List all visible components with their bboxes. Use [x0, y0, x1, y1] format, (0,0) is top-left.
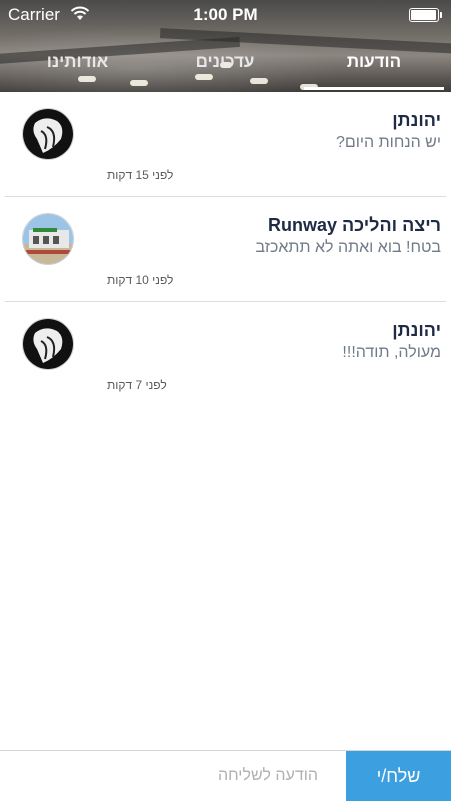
clock: 1:00 PM: [193, 5, 258, 24]
dark-avatar: [22, 318, 74, 370]
send-button[interactable]: שלח/י: [346, 751, 451, 801]
message-sender: יהונתן: [392, 110, 441, 130]
message-sender: ריצה והליכה Runway: [267, 215, 441, 235]
message-text: יש הנחות היום?: [335, 134, 441, 151]
message-item[interactable]: יהונתן מעולה, תודה!!! לפני 7 דקות: [5, 302, 446, 406]
tab-bar: הודעות עדכונים אודותינו: [0, 44, 451, 92]
message-composer: שלח/י: [0, 750, 451, 801]
status-bar: Carrier 1:00 PM: [0, 0, 451, 30]
message-list: יהונתן יש הנחות היום? לפני 15 דקות ריצה …: [0, 92, 451, 406]
message-text: בטח! בוא ואתה לא תתאכזב: [255, 239, 441, 256]
store-avatar: [22, 213, 74, 265]
message-item[interactable]: יהונתן יש הנחות היום? לפני 15 דקות: [5, 92, 446, 197]
tab-messages[interactable]: הודעות: [304, 44, 444, 90]
tab-about[interactable]: אודותינו: [10, 44, 145, 90]
active-tab-indicator: [304, 87, 444, 90]
message-time: לפני 10 דקות: [107, 273, 174, 287]
tab-updates[interactable]: עדכונים: [160, 44, 290, 90]
message-item[interactable]: ריצה והליכה Runway בטח! בוא ואתה לא תתאכ…: [5, 197, 446, 302]
message-sender: יהונתן: [392, 320, 441, 340]
message-time: לפני 15 דקות: [107, 168, 174, 182]
battery-icon: [409, 8, 442, 22]
message-time: לפני 7 דקות: [107, 378, 167, 392]
message-input[interactable]: [0, 751, 330, 801]
dark-avatar: [22, 108, 74, 160]
message-text: מעולה, תודה!!!: [342, 344, 441, 361]
